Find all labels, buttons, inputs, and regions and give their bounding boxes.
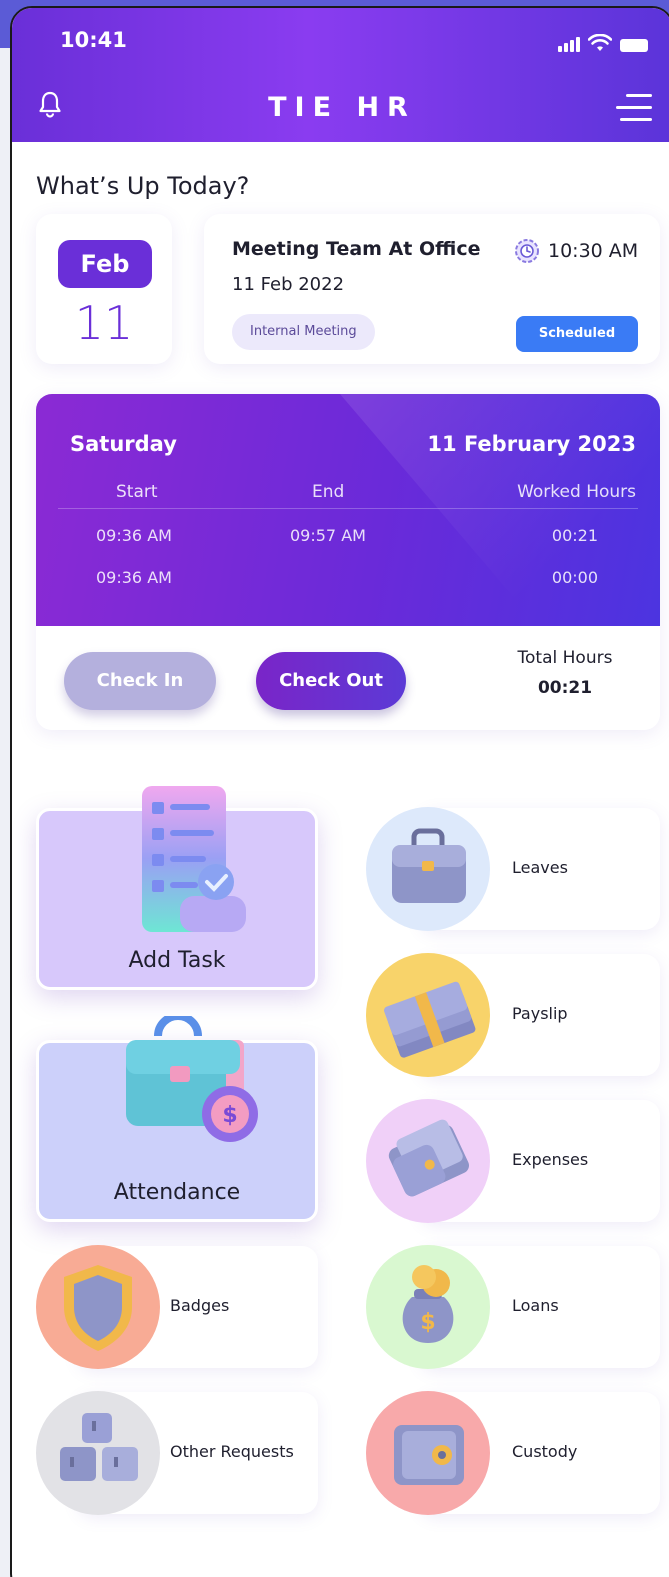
- task-list-icon: [142, 786, 246, 932]
- other-requests-circle: [36, 1391, 160, 1515]
- app-title: TIE HR: [268, 92, 416, 123]
- attendance-label: Attendance: [113, 1180, 241, 1205]
- phone-frame: 10:41 TIE HR What’s Up Today? Feb 11 Mee…: [10, 6, 669, 1577]
- attendance-summary: Saturday 11 February 2023 Start End Work…: [36, 394, 660, 626]
- expenses-label: Expenses: [512, 1150, 589, 1169]
- meeting-card[interactable]: Meeting Team At Office 10:30 AM 11 Feb 2…: [204, 214, 660, 364]
- battery-icon: [620, 39, 648, 52]
- badges-circle: [36, 1245, 160, 1369]
- boxes-icon: [60, 1413, 138, 1481]
- signal-icon: [558, 37, 580, 52]
- add-task-label: Add Task: [128, 948, 226, 973]
- loans-label: Loans: [512, 1296, 559, 1315]
- status-badge: Scheduled: [516, 316, 638, 352]
- payslip-circle: [366, 953, 490, 1077]
- month-badge: Feb: [58, 240, 152, 288]
- loans-circle: $: [366, 1245, 490, 1369]
- meeting-time: 10:30 AM: [514, 238, 638, 264]
- row-2-start: 09:36 AM: [96, 568, 172, 587]
- leaves-label: Leaves: [512, 858, 568, 877]
- total-hours-value: 00:21: [537, 678, 593, 698]
- column-header-end: End: [312, 482, 345, 502]
- row-1-worked: 00:21: [551, 526, 598, 545]
- check-out-button[interactable]: Check Out: [256, 652, 406, 710]
- wallet-icon: [388, 1119, 469, 1197]
- menu-icon[interactable]: [616, 94, 652, 122]
- svg-text:$: $: [420, 1310, 435, 1335]
- day-number: 11: [74, 296, 134, 350]
- money-stack-icon: [384, 981, 476, 1058]
- leaves-circle: [366, 807, 490, 931]
- row-2-worked: 00:00: [551, 568, 598, 587]
- payslip-label: Payslip: [512, 1004, 568, 1023]
- row-1-start: 09:36 AM: [96, 526, 172, 545]
- section-title: What’s Up Today?: [36, 172, 250, 200]
- svg-text:$: $: [222, 1103, 237, 1128]
- briefcase-icon: [392, 828, 466, 903]
- check-in-button[interactable]: Check In: [64, 652, 216, 710]
- date-card: Feb 11: [36, 214, 172, 364]
- safe-icon: [394, 1425, 464, 1485]
- expenses-circle: [366, 1099, 490, 1223]
- wifi-icon: [588, 34, 612, 51]
- status-time: 10:41: [60, 28, 127, 52]
- header-divider: [58, 508, 638, 509]
- custody-circle: [366, 1391, 490, 1515]
- other-requests-label: Other Requests: [170, 1442, 294, 1461]
- total-hours-label: Total Hours: [517, 648, 613, 668]
- status-icons: [558, 34, 648, 52]
- column-header-worked: Worked Hours: [517, 482, 636, 502]
- meeting-date: 11 Feb 2022: [232, 274, 345, 295]
- meeting-time-text: 10:30 AM: [548, 240, 639, 262]
- column-header-start: Start: [116, 482, 158, 502]
- app-header: 10:41 TIE HR: [12, 8, 669, 142]
- clock-icon: [515, 239, 539, 263]
- row-1-end: 09:57 AM: [290, 526, 366, 545]
- attendance-card: Saturday 11 February 2023 Start End Work…: [36, 394, 660, 730]
- attendance-weekday: Saturday: [70, 432, 177, 456]
- badges-label: Badges: [170, 1296, 230, 1315]
- attendance-date: 11 February 2023: [427, 432, 636, 456]
- money-bag-icon: $: [402, 1265, 454, 1343]
- custody-label: Custody: [512, 1442, 578, 1461]
- briefcase-money-icon: $: [126, 1016, 258, 1142]
- meeting-title: Meeting Team At Office: [232, 238, 481, 260]
- shield-icon: [64, 1265, 132, 1351]
- meeting-tag: Internal Meeting: [232, 314, 375, 350]
